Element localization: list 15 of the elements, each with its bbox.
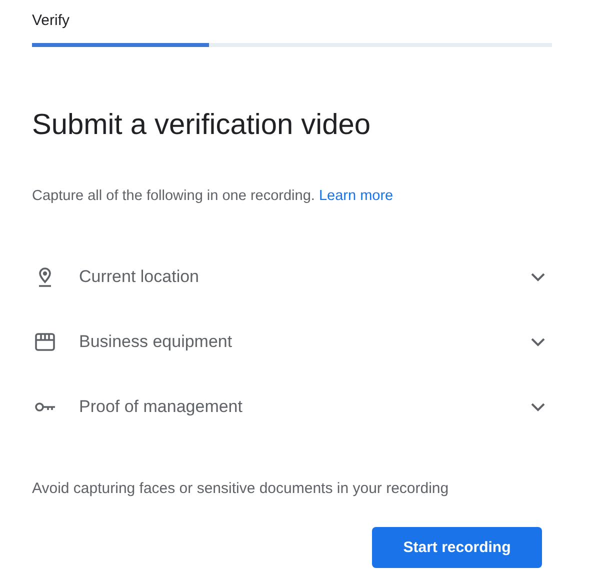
- step-title: Verify: [32, 12, 71, 31]
- intro-text: Capture all of the following in one recording. Learn more: [32, 187, 394, 206]
- notice-text: Avoid capturing faces or sensitive documents in your recording: [32, 480, 450, 497]
- chevron-down-icon: [531, 272, 545, 280]
- accordion-item[interactable]: Business equipment: [32, 309, 552, 374]
- learn-more-link[interactable]: Learn more: [318, 188, 394, 204]
- page-heading: Submit a verification video: [32, 108, 372, 143]
- item-label: Proof of management: [79, 396, 244, 416]
- accordion-item[interactable]: Current location: [32, 244, 552, 309]
- item-label: Business equipment: [79, 332, 234, 352]
- chevron-down-icon: [531, 338, 545, 346]
- item-label: Current location: [79, 266, 200, 286]
- chevron-down-icon: [531, 402, 545, 410]
- accordion-item[interactable]: Proof of management: [32, 374, 552, 439]
- start-recording-button[interactable]: Start recording: [372, 527, 542, 568]
